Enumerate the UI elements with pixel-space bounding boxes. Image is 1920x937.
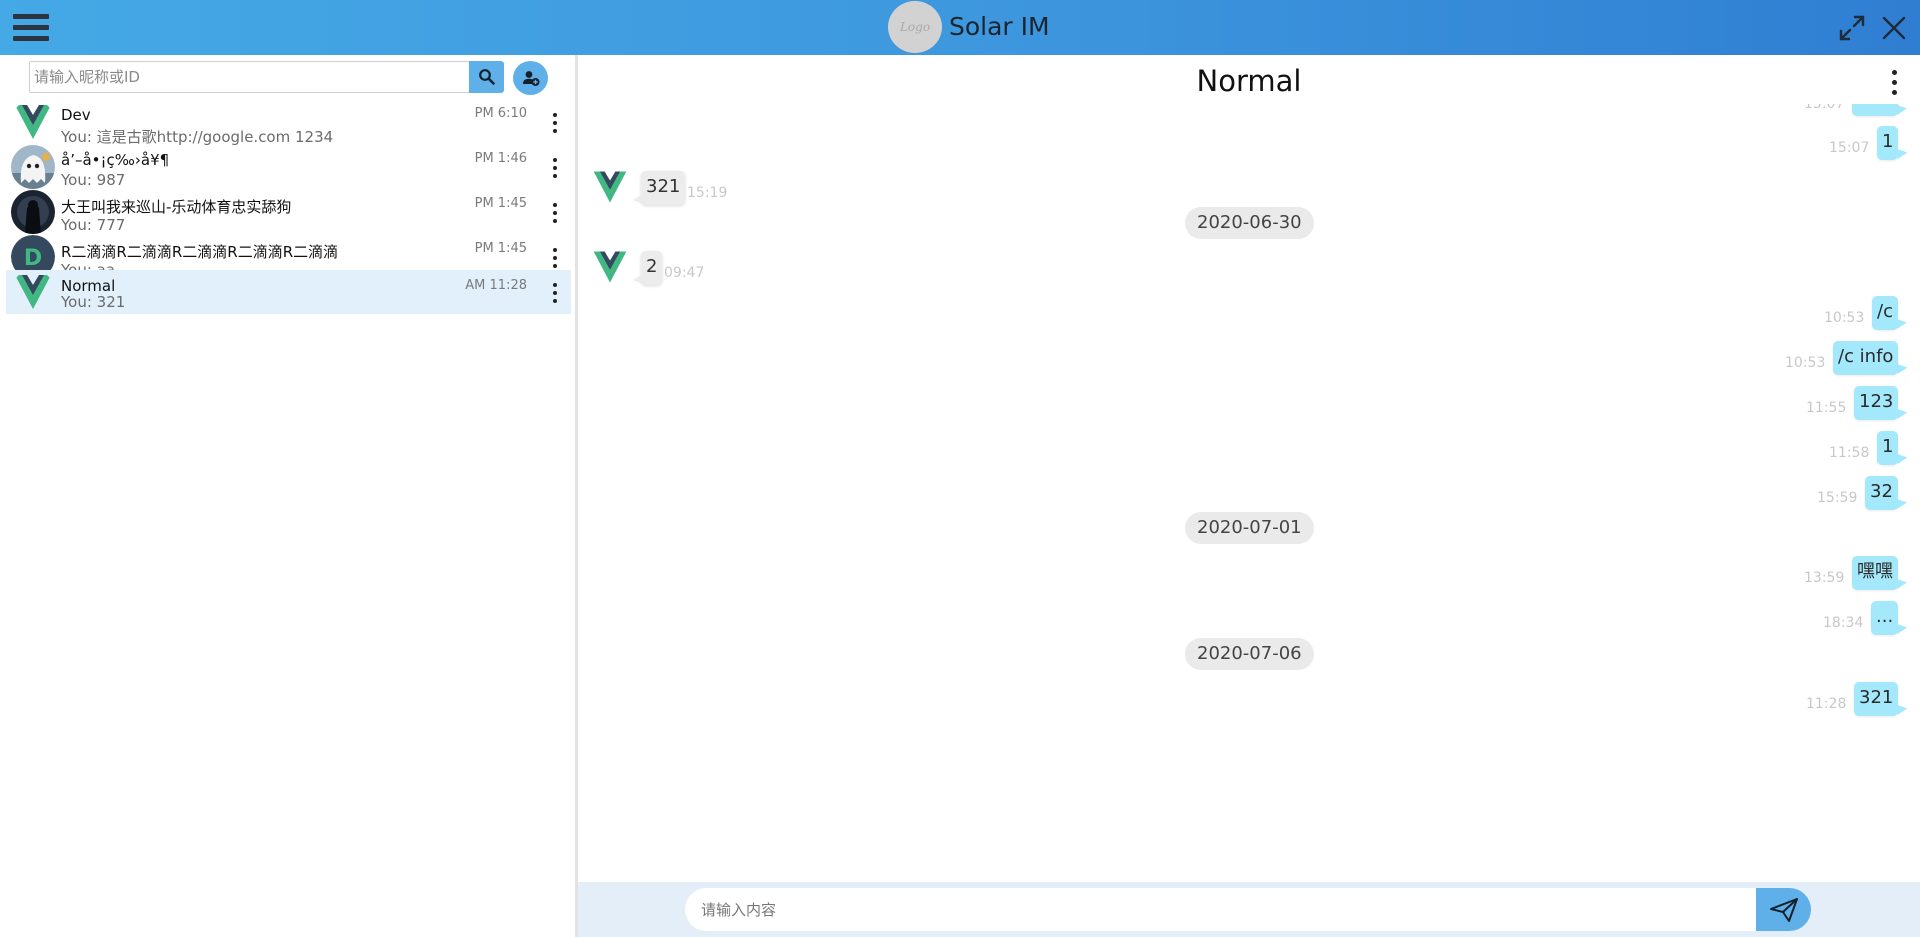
chat-title: Normal bbox=[1196, 64, 1302, 98]
avatar bbox=[11, 145, 55, 189]
app-logo: Logo bbox=[888, 1, 942, 53]
more-vertical-icon[interactable] bbox=[552, 157, 558, 179]
message-input-bar bbox=[578, 882, 1920, 937]
contact-time: PM 1:45 bbox=[474, 241, 527, 256]
more-vertical-icon[interactable] bbox=[1891, 70, 1897, 96]
contact-name: 大王叫我来巡山-乐动体育忠实舔狗 bbox=[61, 198, 292, 216]
message-time: 15:59 bbox=[1817, 490, 1858, 506]
avatar bbox=[11, 270, 55, 314]
search-button[interactable] bbox=[469, 61, 504, 93]
svg-text:D: D bbox=[24, 246, 42, 271]
outgoing-message[interactable]: **** bbox=[1852, 104, 1898, 116]
message-time: 15:19 bbox=[687, 185, 728, 201]
message-time: 15:07 bbox=[1804, 104, 1845, 112]
search-icon bbox=[478, 69, 495, 85]
message-time: 11:55 bbox=[1806, 400, 1847, 416]
more-vertical-icon[interactable] bbox=[552, 112, 558, 134]
date-separator: 2020-07-01 bbox=[1185, 512, 1314, 544]
send-button[interactable] bbox=[1756, 888, 1811, 931]
contact-time: PM 6:10 bbox=[474, 106, 527, 121]
fullscreen-icon[interactable] bbox=[1837, 13, 1867, 43]
date-separator: 2020-06-30 bbox=[1185, 207, 1314, 239]
contact-time: AM 11:28 bbox=[465, 278, 527, 293]
add-friend-icon bbox=[522, 71, 539, 86]
search-input[interactable] bbox=[30, 62, 470, 92]
message-time: 18:34 bbox=[1823, 615, 1864, 631]
search-box bbox=[29, 61, 470, 93]
message-input[interactable] bbox=[685, 888, 1764, 931]
incoming-message[interactable]: 321 bbox=[641, 171, 686, 205]
avatar bbox=[11, 190, 55, 234]
avatar bbox=[11, 100, 55, 144]
contact-name: R二滴滴R二滴滴R二滴滴R二滴滴R二滴滴 bbox=[61, 243, 339, 261]
send-icon bbox=[1769, 897, 1798, 922]
outgoing-message[interactable]: 321 bbox=[1854, 682, 1899, 716]
contact-time: PM 1:45 bbox=[474, 196, 527, 211]
outgoing-message[interactable]: 嘿嘿 bbox=[1852, 556, 1898, 590]
outgoing-message[interactable]: 1 bbox=[1877, 126, 1899, 160]
outgoing-message[interactable]: 1 bbox=[1877, 431, 1899, 465]
outgoing-message[interactable]: 32 bbox=[1865, 476, 1898, 510]
more-vertical-icon[interactable] bbox=[552, 247, 558, 269]
message-time: 15:07 bbox=[1829, 140, 1870, 156]
incoming-message[interactable]: 2 bbox=[641, 251, 663, 285]
message-time: 13:59 bbox=[1804, 570, 1845, 586]
more-vertical-icon[interactable] bbox=[552, 202, 558, 224]
hamburger-icon[interactable] bbox=[13, 14, 49, 42]
sender-avatar[interactable] bbox=[590, 247, 630, 287]
message-time: 11:58 bbox=[1829, 445, 1870, 461]
message-time: 10:53 bbox=[1785, 355, 1826, 371]
outgoing-message[interactable]: ... bbox=[1871, 601, 1899, 635]
message-time: 11:28 bbox=[1806, 696, 1847, 712]
message-time: 10:53 bbox=[1824, 310, 1865, 326]
message-list[interactable]: ****15:07115:0732115:192020-06-30209:47/… bbox=[578, 104, 1920, 882]
more-vertical-icon[interactable] bbox=[552, 282, 558, 304]
date-separator: 2020-07-06 bbox=[1185, 638, 1314, 670]
contact-name: å’–å•¡ç‰›å¥¶ bbox=[61, 151, 170, 169]
contact-name: Dev bbox=[61, 106, 91, 124]
contact-time: PM 1:46 bbox=[474, 151, 527, 166]
outgoing-message[interactable]: /c bbox=[1872, 296, 1898, 330]
contact-last-message: You: 321 bbox=[61, 293, 126, 311]
message-time: 09:47 bbox=[664, 265, 705, 281]
outgoing-message[interactable]: /c info bbox=[1833, 341, 1899, 375]
contact-item[interactable]: Normal You: 321 AM 11:28 bbox=[6, 270, 571, 314]
close-icon[interactable] bbox=[1879, 13, 1909, 43]
app-title: Solar IM bbox=[949, 12, 1050, 41]
add-friend-button[interactable] bbox=[513, 61, 548, 95]
sender-avatar[interactable] bbox=[590, 167, 630, 207]
title-bar: Logo Solar IM bbox=[0, 0, 1920, 55]
outgoing-message[interactable]: 123 bbox=[1854, 386, 1899, 420]
